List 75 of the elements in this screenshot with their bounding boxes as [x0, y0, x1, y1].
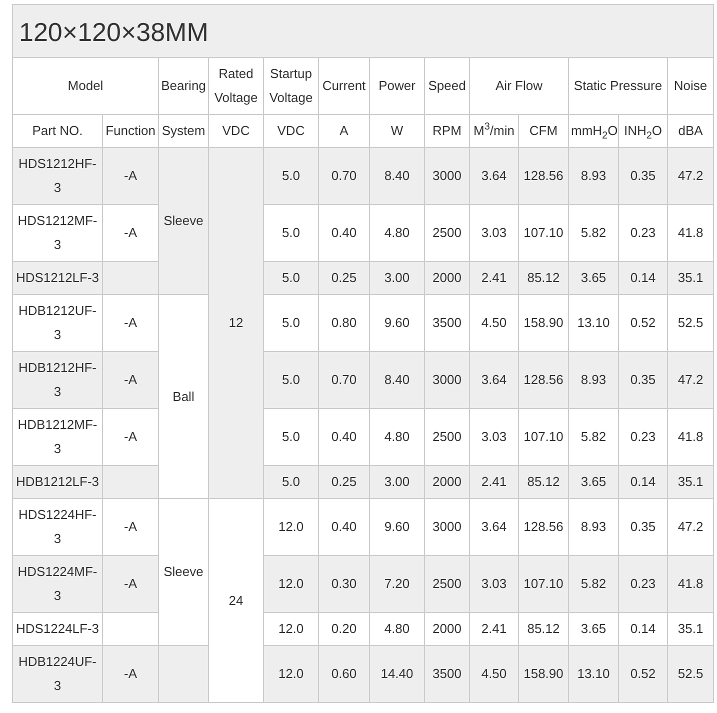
table-cell: 47.2 — [668, 352, 714, 408]
table-cell: 3500 — [424, 646, 470, 702]
table-cell: 2000 — [424, 466, 470, 498]
table-cell: 35.1 — [668, 466, 714, 498]
table-cell: 3.00 — [370, 262, 424, 294]
table-cell: 85.12 — [518, 262, 568, 294]
table-cell: 0.30 — [318, 556, 370, 612]
table-cell: 3000 — [424, 352, 470, 408]
table-cell: 14.40 — [370, 646, 424, 702]
table-cell: 8.93 — [568, 148, 618, 204]
column-header: Current — [318, 58, 370, 114]
table-cell: 5.0 — [264, 262, 318, 294]
table-cell: 0.25 — [318, 466, 370, 498]
table-cell: 158.90 — [518, 646, 568, 702]
table-cell: HDS1224MF-3 — [12, 556, 102, 612]
column-header: Air Flow — [470, 58, 568, 114]
table-cell: 0.35 — [618, 352, 668, 408]
table-cell: 12.0 — [264, 646, 318, 702]
table-cell: 3.00 — [370, 466, 424, 498]
table-cell: 128.56 — [518, 352, 568, 408]
table-cell: 8.40 — [370, 148, 424, 204]
column-header: Bearing — [158, 58, 208, 114]
table-cell: 8.40 — [370, 352, 424, 408]
table-cell: HDS1212HF-3 — [12, 148, 102, 204]
table-cell: 3.65 — [568, 466, 618, 498]
table-cell: Sleeve — [158, 148, 208, 294]
table-cell: 0.23 — [618, 556, 668, 612]
column-header: Rated Voltage — [208, 58, 264, 114]
column-header: Power — [370, 58, 424, 114]
table-cell: 47.2 — [668, 148, 714, 204]
table-cell: 2000 — [424, 262, 470, 294]
table-cell: 2.41 — [470, 466, 518, 498]
table-cell: 85.12 — [518, 466, 568, 498]
table-cell: 12.0 — [264, 556, 318, 612]
table-cell: 4.50 — [470, 646, 518, 702]
table-cell: HDS1212LF-3 — [12, 262, 102, 294]
table-cell: 52.5 — [668, 646, 714, 702]
table-cell: 2.41 — [470, 262, 518, 294]
table-cell: 5.82 — [568, 556, 618, 612]
table-cell: 12 — [208, 148, 264, 498]
table-cell: 0.52 — [618, 646, 668, 702]
table-cell: 7.20 — [370, 556, 424, 612]
table-cell: 0.70 — [318, 148, 370, 204]
table-cell: 3.65 — [568, 262, 618, 294]
table-cell: 0.70 — [318, 352, 370, 408]
table-cell: 35.1 — [668, 262, 714, 294]
table-cell: 128.56 — [518, 148, 568, 204]
table-cell: -A — [102, 646, 158, 702]
table-cell: 3.03 — [470, 556, 518, 612]
column-header: Startup Voltage — [264, 58, 318, 114]
column-header: Model — [12, 58, 158, 114]
table-cell: 8.93 — [568, 352, 618, 408]
table-cell: 41.8 — [668, 556, 714, 612]
table-cell: 0.60 — [318, 646, 370, 702]
table-cell: 3000 — [424, 148, 470, 204]
table-cell: 13.10 — [568, 646, 618, 702]
table-cell: 0.14 — [618, 262, 668, 294]
table-cell: 107.10 — [518, 556, 568, 612]
table-cell: HDB1224UF-3 — [12, 646, 102, 702]
table-cell: 3.64 — [470, 352, 518, 408]
table-cell: 0.35 — [618, 148, 668, 204]
table-cell: HDB1212HF-3 — [12, 352, 102, 408]
column-header: Noise — [668, 58, 714, 114]
table-cell: 5.0 — [264, 466, 318, 498]
table-title: 120×120×38MM — [12, 4, 714, 58]
table-cell: 5.0 — [264, 148, 318, 204]
table-cell: 3.64 — [470, 148, 518, 204]
table-cell: -A — [102, 148, 158, 204]
table-cell: 5.0 — [264, 352, 318, 408]
table-cell: HDB1212LF-3 — [12, 466, 102, 498]
column-header: Static Pressure — [568, 58, 668, 114]
table-cell: 0.14 — [618, 466, 668, 498]
table-cell: 2500 — [424, 556, 470, 612]
column-header: Speed — [424, 58, 470, 114]
table-cell: 0.25 — [318, 262, 370, 294]
